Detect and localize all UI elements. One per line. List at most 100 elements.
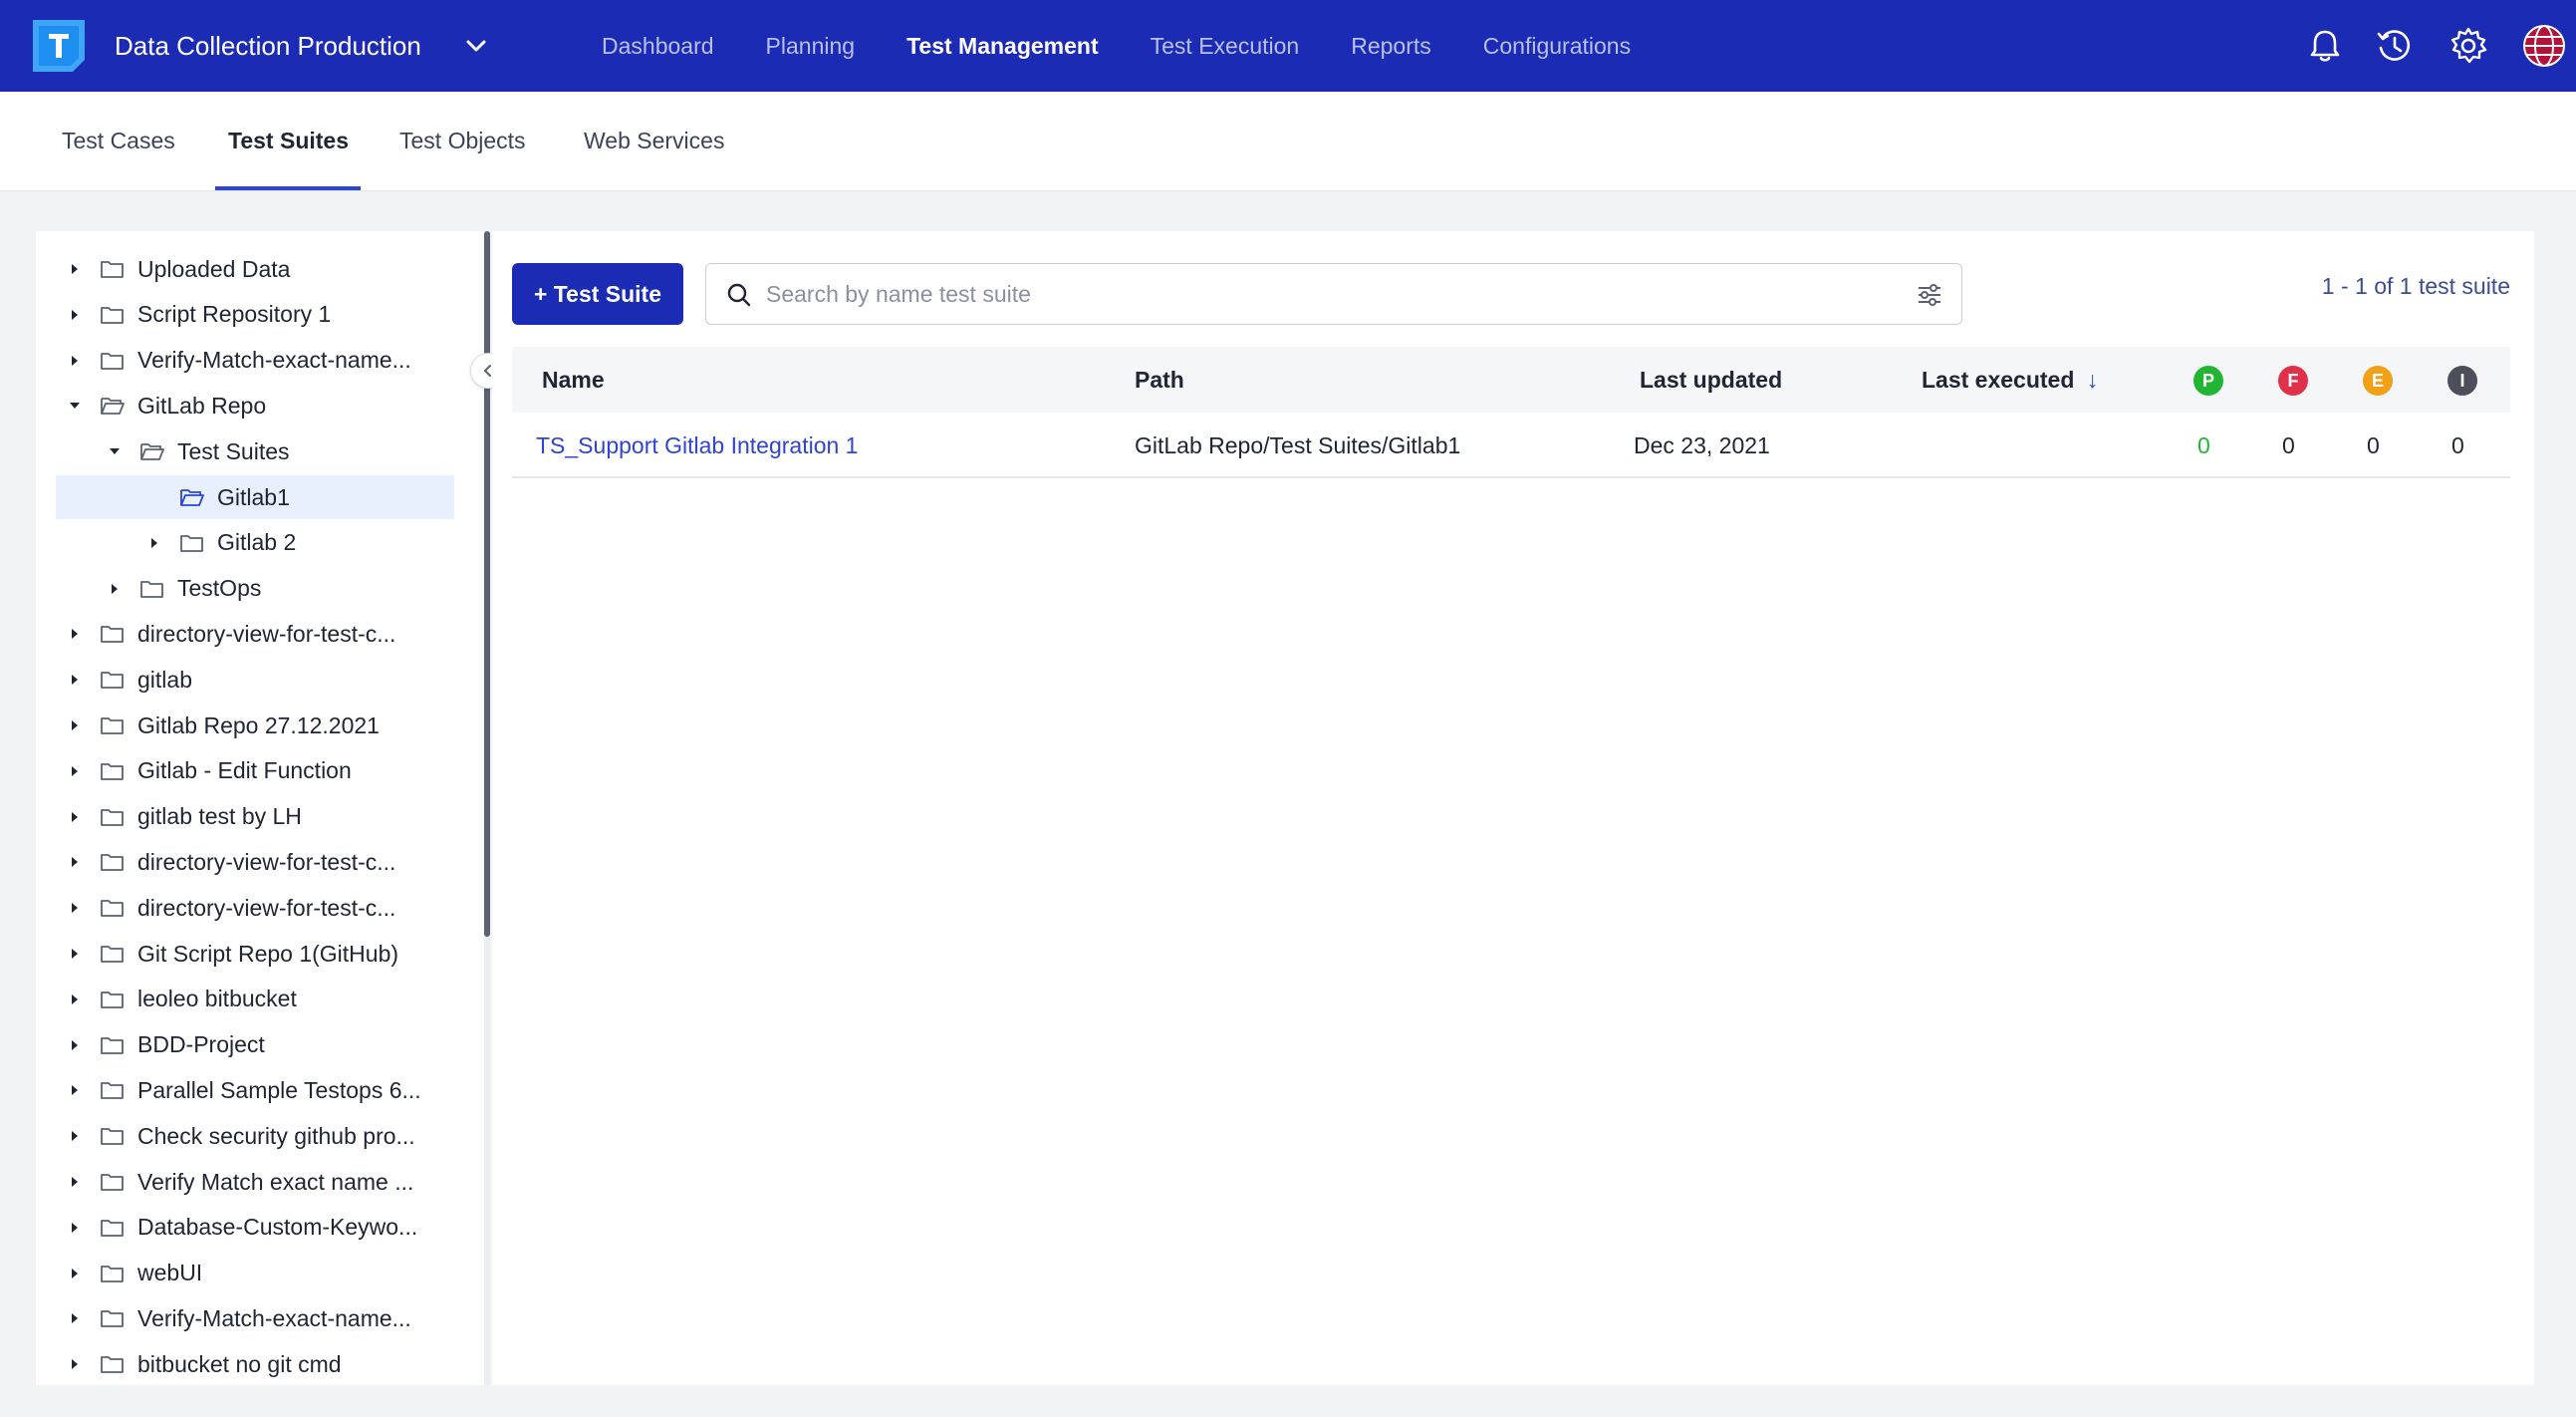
folder-icon (101, 808, 124, 826)
nav-test-execution[interactable]: Test Execution (1151, 33, 1300, 60)
table-header: Name Path Last updated Last executed ↓ P… (512, 347, 2510, 413)
tree-item[interactable]: leoleo bitbucket (36, 978, 474, 1021)
tree-item-label: Gitlab Repo 27.12.2021 (137, 711, 380, 738)
caret-right-icon[interactable] (68, 718, 82, 732)
tab-test-objects[interactable]: Test Objects (399, 92, 526, 191)
tree-item[interactable]: Gitlab Repo 27.12.2021 (36, 704, 474, 747)
passed-status-icon: P (2193, 366, 2223, 396)
tree-item[interactable]: directory-view-for-test-c... (36, 840, 474, 884)
katalon-logo-icon[interactable] (33, 20, 85, 72)
caret-right-icon[interactable] (68, 992, 82, 1006)
bell-icon[interactable] (2303, 24, 2347, 68)
caret-right-icon[interactable] (108, 582, 122, 596)
tree-item[interactable]: GitLab Repo (36, 384, 474, 427)
nav-planning[interactable]: Planning (766, 33, 856, 60)
tree-item[interactable]: Script Repository 1 (36, 293, 474, 337)
column-last-updated[interactable]: Last updated (1640, 347, 1782, 413)
caret-right-icon[interactable] (68, 354, 82, 368)
tree-item[interactable]: directory-view-for-test-c... (36, 886, 474, 930)
folder-icon (101, 1219, 124, 1237)
column-path[interactable]: Path (1135, 347, 1184, 413)
tree-item[interactable]: TestOps (36, 567, 474, 611)
search-input[interactable] (766, 264, 1882, 324)
caret-down-icon[interactable] (68, 399, 82, 413)
nav-test-management[interactable]: Test Management (906, 33, 1099, 60)
tree-item[interactable]: Gitlab 2 (36, 521, 474, 565)
tab-test-cases[interactable]: Test Cases (62, 92, 175, 191)
caret-right-icon[interactable] (68, 1311, 82, 1325)
nav-configurations[interactable]: Configurations (1483, 33, 1631, 60)
tree-item[interactable]: Verify-Match-exact-name... (36, 1296, 474, 1340)
tree-item[interactable]: gitlab test by LH (36, 795, 474, 839)
tree-item[interactable]: Verify-Match-exact-name... (36, 339, 474, 383)
caret-right-icon[interactable] (68, 1038, 82, 1052)
add-test-suite-button[interactable]: + Test Suite (512, 263, 683, 325)
incomplete-count: 0 (2451, 432, 2464, 458)
gear-icon[interactable] (2447, 24, 2490, 68)
sidebar-scrollbar[interactable] (484, 231, 490, 937)
caret-right-icon[interactable] (68, 901, 82, 915)
caret-right-icon[interactable] (68, 947, 82, 961)
caret-right-icon[interactable] (68, 1221, 82, 1235)
tree-item[interactable]: directory-view-for-test-c... (36, 612, 474, 656)
top-navigation-bar: Data Collection Production Dashboard Pla… (0, 0, 2576, 92)
tree-item[interactable]: Git Script Repo 1(GitHub) (36, 932, 474, 976)
main-navigation: Dashboard Planning Test Management Test … (602, 0, 1682, 92)
caret-right-icon[interactable] (147, 536, 161, 550)
tree-item[interactable]: Gitlab - Edit Function (36, 749, 474, 793)
column-name[interactable]: Name (542, 347, 605, 413)
tree-item[interactable]: Test Suites (36, 429, 474, 473)
tree-item[interactable]: webUI (36, 1252, 474, 1295)
caret-right-icon[interactable] (68, 1129, 82, 1143)
caret-down-icon[interactable] (108, 444, 122, 458)
history-icon[interactable] (2373, 24, 2417, 68)
tab-web-services[interactable]: Web Services (584, 92, 724, 191)
caret-right-icon[interactable] (68, 1083, 82, 1097)
caret-right-icon[interactable] (68, 262, 82, 276)
chevron-down-icon[interactable] (460, 30, 492, 62)
caret-right-icon[interactable] (68, 627, 82, 641)
caret-right-icon[interactable] (68, 1175, 82, 1189)
tree-item[interactable]: Uploaded Data (36, 247, 474, 291)
caret-right-icon[interactable] (68, 673, 82, 687)
caret-right-icon[interactable] (68, 1267, 82, 1280)
caret-right-icon[interactable] (68, 810, 82, 824)
caret-right-icon[interactable] (68, 1357, 82, 1371)
tree-item-label: Script Repository 1 (137, 301, 332, 328)
tree-item[interactable]: gitlab (36, 658, 474, 702)
caret-right-icon[interactable] (68, 764, 82, 778)
project-name[interactable]: Data Collection Production (115, 0, 421, 92)
folder-icon (101, 306, 124, 324)
table-row[interactable]: TS_Support Gitlab Integration 1 GitLab R… (512, 413, 2510, 478)
folder-icon (101, 261, 124, 278)
caret-right-icon[interactable] (68, 308, 82, 322)
tree-item-label: directory-view-for-test-c... (137, 848, 396, 875)
test-suite-name-link[interactable]: TS_Support Gitlab Integration 1 (536, 413, 858, 478)
tree-item[interactable]: Gitlab1 (56, 475, 454, 519)
tree-item[interactable]: Parallel Sample Testops 6... (36, 1068, 474, 1112)
tree-item-label: Uploaded Data (137, 255, 291, 282)
folder-icon (101, 1265, 124, 1282)
tree-item-label: Gitlab 2 (217, 529, 297, 556)
tree-item[interactable]: Database-Custom-Keywo... (36, 1206, 474, 1250)
tree-item[interactable]: bitbucket no git cmd (36, 1342, 474, 1385)
tab-test-suites[interactable]: Test Suites (228, 92, 349, 191)
nav-reports[interactable]: Reports (1351, 33, 1431, 60)
tree-item-label: leoleo bitbucket (137, 986, 297, 1012)
sort-descending-icon[interactable]: ↓ (2087, 367, 2099, 393)
column-last-executed[interactable]: Last executed ↓ (1922, 347, 2098, 413)
tree-item[interactable]: Verify Match exact name ... (36, 1160, 474, 1204)
pagination-summary: 1 - 1 of 1 test suite (2321, 273, 2510, 299)
tree-item-label: Verify-Match-exact-name... (137, 347, 411, 374)
tree-item[interactable]: Check security github pro... (36, 1114, 474, 1158)
nav-dashboard[interactable]: Dashboard (602, 33, 714, 60)
tree-item-label: Git Script Repo 1(GitHub) (137, 940, 399, 967)
avatar-globe-icon[interactable] (2522, 24, 2566, 68)
tree-item-label: Verify Match exact name ... (137, 1168, 414, 1195)
tree-item-label: webUI (137, 1260, 203, 1286)
filter-icon[interactable] (1916, 282, 1943, 308)
tree-item[interactable]: BDD-Project (36, 1023, 474, 1067)
tree-item-label: gitlab test by LH (137, 803, 302, 830)
caret-right-icon[interactable] (68, 855, 82, 869)
tree-item-label: GitLab Repo (137, 392, 267, 419)
